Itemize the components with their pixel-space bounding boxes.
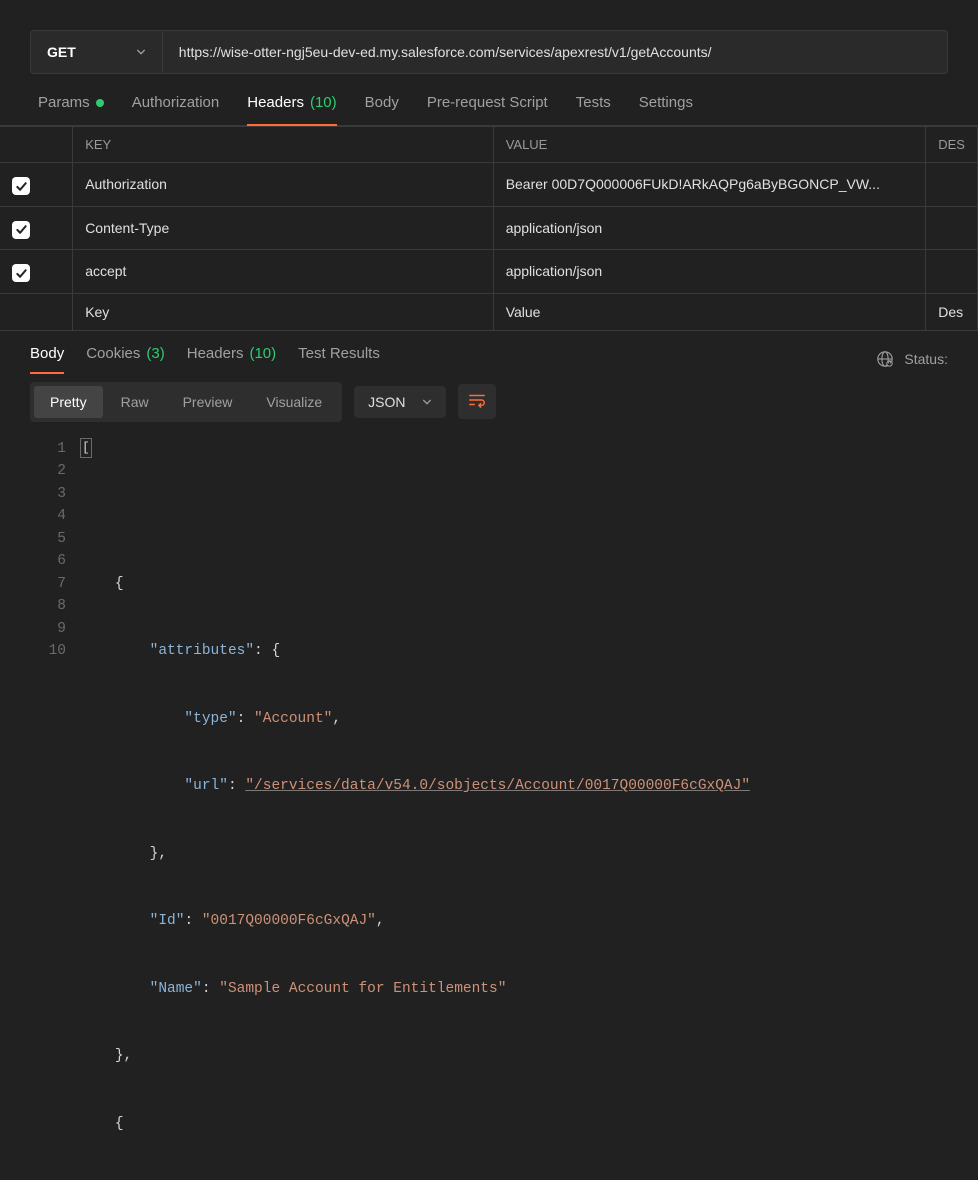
tab-body[interactable]: Body [365, 94, 399, 125]
view-tab-visualize[interactable]: Visualize [250, 386, 338, 418]
header-key-cell[interactable]: Authorization [73, 163, 494, 207]
res-tab-test-results[interactable]: Test Results [298, 345, 380, 374]
tab-authorization[interactable]: Authorization [132, 94, 220, 125]
chevron-down-icon [136, 47, 146, 57]
wrap-lines-button[interactable] [458, 384, 496, 419]
tab-headers[interactable]: Headers (10) [247, 94, 336, 125]
table-row: Authorization Bearer 00D7Q000006FUkD!ARk… [0, 163, 978, 207]
table-row: Content-Type application/json [0, 206, 978, 250]
url-input[interactable]: https://wise-otter-ngj5eu-dev-ed.my.sale… [163, 31, 947, 73]
row-checkbox[interactable] [12, 221, 30, 239]
res-tab-body[interactable]: Body [30, 345, 64, 374]
header-value-input[interactable]: Value [493, 293, 926, 330]
http-method-select[interactable]: GET [31, 31, 163, 73]
status-label: Status: [904, 351, 948, 367]
tab-prerequest[interactable]: Pre-request Script [427, 94, 548, 125]
dot-indicator-icon [96, 99, 104, 107]
response-tabs: Body Cookies (3) Headers (10) Test Resul… [30, 345, 380, 374]
status-area: Status: [876, 350, 948, 368]
row-checkbox[interactable] [12, 177, 30, 195]
header-desc-cell[interactable] [926, 206, 978, 250]
col-checkbox [0, 127, 73, 163]
code-lines: [ { "attributes": { "type": "Account", "… [80, 438, 750, 1180]
chevron-down-icon [422, 397, 432, 407]
response-body-editor[interactable]: 1 2 3 4 5 6 7 8 9 10 [ { "attributes": {… [0, 438, 978, 1180]
col-key: KEY [73, 127, 494, 163]
bracket-marker: [ [80, 438, 92, 458]
globe-icon [876, 350, 894, 368]
view-mode-tabs: Pretty Raw Preview Visualize [30, 382, 342, 422]
tab-settings[interactable]: Settings [639, 94, 693, 125]
header-desc-cell[interactable] [926, 163, 978, 207]
tab-params[interactable]: Params [38, 94, 104, 125]
request-tabs: Params Authorization Headers (10) Body P… [0, 74, 978, 126]
header-value-cell[interactable]: application/json [493, 250, 926, 294]
tab-tests[interactable]: Tests [576, 94, 611, 125]
row-checkbox[interactable] [12, 264, 30, 282]
line-gutter: 1 2 3 4 5 6 7 8 9 10 [30, 438, 80, 1180]
wrap-icon [468, 392, 486, 411]
table-row-empty: Key Value Des [0, 293, 978, 330]
header-desc-cell[interactable] [926, 250, 978, 294]
table-row: accept application/json [0, 250, 978, 294]
header-value-cell[interactable]: Bearer 00D7Q000006FUkD!ARkAQPg6aByBGONCP… [493, 163, 926, 207]
header-desc-input[interactable]: Des [926, 293, 978, 330]
res-tab-cookies[interactable]: Cookies (3) [86, 345, 165, 374]
headers-table: KEY VALUE DES Authorization Bearer 00D7Q… [0, 126, 978, 331]
view-tab-pretty[interactable]: Pretty [34, 386, 103, 418]
view-tab-preview[interactable]: Preview [167, 386, 249, 418]
col-value: VALUE [493, 127, 926, 163]
header-key-input[interactable]: Key [73, 293, 494, 330]
header-value-cell[interactable]: application/json [493, 206, 926, 250]
format-select[interactable]: JSON [354, 386, 445, 418]
header-key-cell[interactable]: Content-Type [73, 206, 494, 250]
view-tab-raw[interactable]: Raw [105, 386, 165, 418]
http-method-label: GET [47, 44, 76, 60]
header-key-cell[interactable]: accept [73, 250, 494, 294]
col-desc: DES [926, 127, 978, 163]
url-text: https://wise-otter-ngj5eu-dev-ed.my.sale… [179, 44, 712, 60]
res-tab-headers[interactable]: Headers (10) [187, 345, 276, 374]
